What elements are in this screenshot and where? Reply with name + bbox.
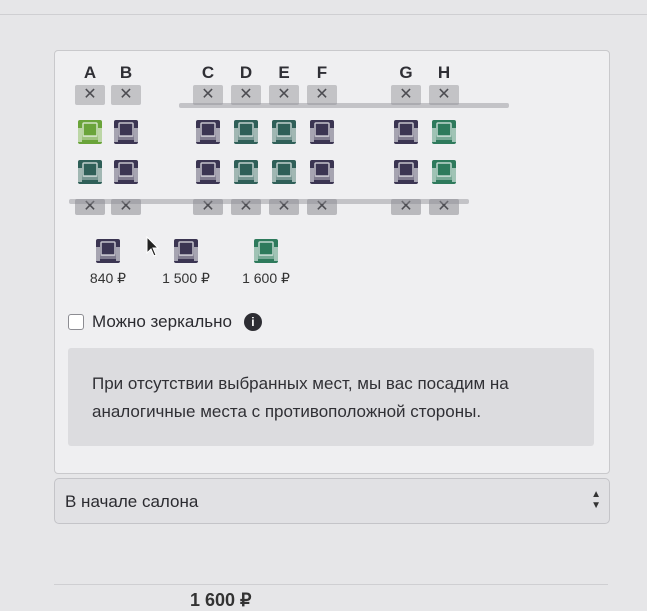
- blocked-seat-d-top: ✕: [231, 85, 261, 105]
- legend-seat-icon: [93, 236, 123, 266]
- column-label-h: H: [437, 63, 451, 82]
- blocked-icon: ✕: [437, 86, 451, 103]
- seat-1f[interactable]: [307, 117, 337, 147]
- info-icon-glyph: i: [251, 315, 255, 329]
- column-label-a: A: [83, 63, 97, 82]
- aisle-line: [179, 103, 509, 108]
- column-label-c: C: [201, 63, 215, 82]
- column-label-g: G: [399, 63, 413, 82]
- blocked-seat-g-top: ✕: [391, 85, 421, 105]
- blocked-seat-c-top: ✕: [193, 85, 223, 105]
- legend-seat-icon: [171, 236, 201, 266]
- seat-2c[interactable]: [193, 157, 223, 187]
- legend-price: 840 ₽: [89, 270, 127, 286]
- seat-1c[interactable]: [193, 117, 223, 147]
- seat-1b[interactable]: [111, 117, 141, 147]
- seat-2d[interactable]: [231, 157, 261, 187]
- aisle-line: [69, 199, 469, 204]
- legend-item-1600[interactable]: 1 600 ₽: [236, 236, 296, 287]
- legend-seat-icon: [251, 236, 281, 266]
- legend-item-840[interactable]: 840 ₽: [78, 236, 138, 287]
- notice-text: При отсутствии выбранных мест, мы вас по…: [92, 374, 509, 421]
- notice-box: При отсутствии выбранных мест, мы вас по…: [68, 348, 594, 446]
- mirror-checkbox[interactable]: [68, 314, 84, 330]
- seat-1g[interactable]: [391, 117, 421, 147]
- mirror-label[interactable]: Можно зеркально: [92, 312, 232, 332]
- seat-1h[interactable]: [429, 117, 459, 147]
- blocked-seat-f-top: ✕: [307, 85, 337, 105]
- blocked-seat-e-top: ✕: [269, 85, 299, 105]
- mirror-option[interactable]: Можно зеркально i: [68, 312, 262, 332]
- column-label-b: B: [119, 63, 133, 82]
- blocked-icon: ✕: [239, 86, 253, 103]
- seat-2a[interactable]: [75, 157, 105, 187]
- mouse-cursor-icon: [146, 236, 160, 257]
- seat-1e[interactable]: [269, 117, 299, 147]
- seat-1a[interactable]: [75, 117, 105, 147]
- total-price: 1 600 ₽: [190, 590, 252, 610]
- column-label-f: F: [316, 63, 328, 82]
- blocked-icon: ✕: [119, 86, 133, 103]
- blocked-seat-a-top: ✕: [75, 85, 105, 105]
- legend-item-1500[interactable]: 1 500 ₽: [156, 236, 216, 287]
- seat-2h[interactable]: [429, 157, 459, 187]
- blocked-seat-h-top: ✕: [429, 85, 459, 105]
- blocked-icon: ✕: [83, 86, 97, 103]
- seat-2e[interactable]: [269, 157, 299, 187]
- legend-price: 1 500 ₽: [162, 270, 210, 286]
- blocked-seat-b-top: ✕: [111, 85, 141, 105]
- seat-1d[interactable]: [231, 117, 261, 147]
- info-icon[interactable]: i: [243, 313, 262, 331]
- seat-2b[interactable]: [111, 157, 141, 187]
- column-label-e: E: [278, 63, 290, 82]
- blocked-icon: ✕: [315, 86, 329, 103]
- legend-price: 1 600 ₽: [242, 270, 290, 286]
- divider-top: [0, 14, 647, 15]
- seat-2g[interactable]: [391, 157, 421, 187]
- blocked-icon: ✕: [399, 86, 413, 103]
- seat-2f[interactable]: [307, 157, 337, 187]
- select-value: В начале салона: [65, 492, 199, 511]
- select-arrows-icon: ▲ ▼: [591, 489, 601, 511]
- column-label-d: D: [239, 63, 253, 82]
- blocked-icon: ✕: [277, 86, 291, 103]
- blocked-icon: ✕: [201, 86, 215, 103]
- divider-bottom: [54, 584, 608, 585]
- seat-location-select[interactable]: В начале салона ▲ ▼: [54, 478, 610, 524]
